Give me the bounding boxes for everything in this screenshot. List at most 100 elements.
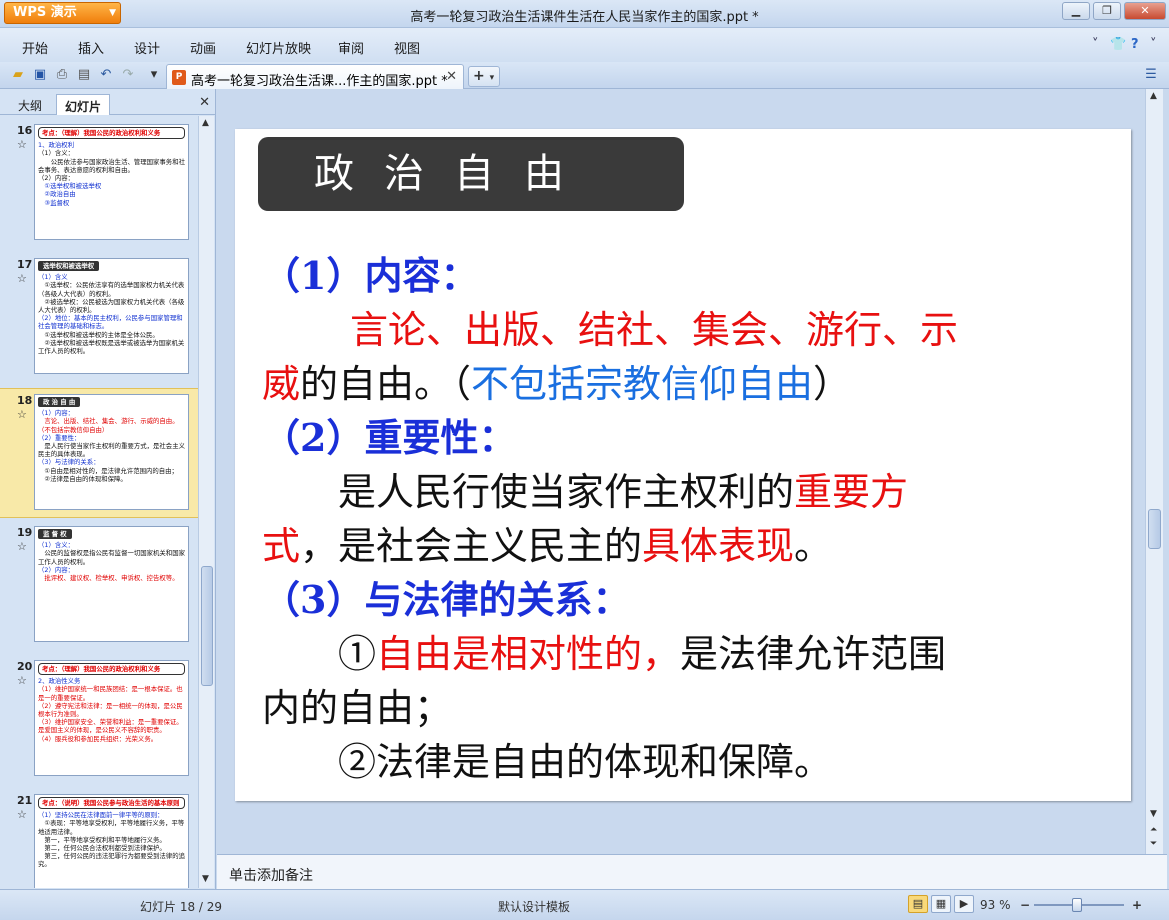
text-red: 式: [262, 524, 301, 568]
design-template[interactable]: 默认设计模板: [498, 898, 570, 915]
thumb-line: ②法律是自由的体现和保障。: [38, 474, 127, 483]
thumb-line: 言论、出版、结社、集会、游行、示威的自由。（不包括宗教信仰自由）: [38, 417, 179, 434]
slide-title[interactable]: 政治自由: [258, 137, 684, 211]
document-tab[interactable]: P 高考一轮复习政治生活课...作主的国家.ppt * ✕: [166, 64, 464, 89]
thumb-line: 批评权、建议权、检举权、申诉权、控告权等。: [38, 574, 179, 583]
thumb-line: 公民依法参与国家政治生活、管理国家事务和社会事务、表达意愿的权利和自由。: [38, 157, 185, 174]
slide-sorter-icon[interactable]: ▦: [931, 895, 951, 913]
minimize-button[interactable]: ▁: [1062, 2, 1090, 20]
new-tab-button[interactable]: + ▾: [468, 66, 500, 87]
scroll-up-icon[interactable]: ▲: [202, 118, 209, 128]
window-layout-icon[interactable]: ☰: [1143, 67, 1159, 83]
thumbnail-row-18[interactable]: 18 ☆ 政 治 自 由 （1）内容： 言论、出版、结社、集会、游行、示威的自由…: [0, 388, 198, 518]
text-black: ①: [338, 632, 377, 676]
thumbnail-row-21[interactable]: 21 ☆ 考点：（说明）我国公民参与政治生活的基本原则 （1）坚持公民在法律面前…: [0, 794, 198, 888]
ppt-file-icon: P: [172, 70, 186, 85]
notes-pane[interactable]: 单击添加备注: [217, 854, 1167, 889]
next-slide-icon[interactable]: ⏷: [1150, 839, 1157, 849]
text-black: 的自由。（: [300, 362, 472, 406]
slide-number: 17: [17, 258, 33, 271]
thumb-line: （3）与法律的关系：: [38, 458, 100, 467]
menu-design[interactable]: 设计: [134, 38, 160, 57]
slide-body-text[interactable]: （1）内容： 言论、出版、结社、集会、游行、示 威的自由。（不包括宗教信仰自由）…: [262, 249, 1102, 789]
text-red: 具体表现: [642, 524, 795, 568]
scrollbar-thumb[interactable]: [1148, 509, 1161, 549]
thumb-line: （1）含义：: [38, 149, 75, 158]
thumb-line: ①表现：平等地享受权利，平等地履行义务，平等地适用法律。: [38, 819, 185, 836]
normal-view-icon[interactable]: ▤: [908, 895, 928, 913]
thumb-line: ①选举权：公民依法享有的选举国家权力机关代表（各级人大代表）的权利。: [38, 281, 185, 298]
thumbnail-row-19[interactable]: 19 ☆ 监 督 权 （1）含义： 公民的监督权是指公民有监督一切国家机关和国家…: [0, 526, 198, 646]
title-bar: WPS 演示 ▼ 高考一轮复习政治生活课件生活在人民当家作主的国家.ppt * …: [0, 0, 1169, 28]
thumbnail-row-17[interactable]: 17 ☆ 选举权和被选举权 （1）含义 ①选举权：公民依法享有的选举国家权力机关…: [0, 258, 198, 378]
collapse-ribbon-icon[interactable]: ˅: [1092, 37, 1099, 52]
thumbnail-scrollbar[interactable]: ▲ ▼: [198, 116, 214, 888]
scroll-up-icon[interactable]: ▲: [1150, 91, 1157, 101]
customize-toolbar-icon[interactable]: ▾: [146, 67, 162, 83]
slide-thumbnail[interactable]: 考点：（理解）我国公民的政治权利和义务 2、政治性义务 （1）维护国家统一和民族…: [34, 660, 189, 776]
slide-counter: 幻灯片 18 / 29: [140, 900, 223, 914]
open-folder-icon[interactable]: ▰: [10, 67, 26, 83]
slide-thumbnail[interactable]: 选举权和被选举权 （1）含义 ①选举权：公民依法享有的选举国家权力机关代表（各级…: [34, 258, 189, 374]
text-black: 是法律允许范围: [680, 632, 947, 676]
editor-scrollbar[interactable]: ▲ ▼ ⏶ ⏷: [1145, 89, 1163, 854]
text-blue: 不包括宗教信仰自由: [471, 362, 814, 406]
print-preview-icon[interactable]: ▤: [76, 67, 92, 83]
thumb-line: （2）遵守宪法和法律：是一相统一的体现，是公民根本行为准则。: [38, 701, 183, 719]
menu-review[interactable]: 审阅: [338, 38, 364, 57]
thumb-line: （3）维护国家安全、荣誉和利益：是一重要保证。是爱国主义的体现，是公民义不容辞的…: [38, 718, 183, 735]
thumb-line: （2）内容：: [38, 174, 75, 183]
tab-outline[interactable]: 大纲: [10, 94, 50, 115]
help-icon[interactable]: ?: [1131, 37, 1139, 52]
heading-importance: （2）重要性：: [262, 415, 517, 460]
slide-number: 18: [17, 394, 33, 407]
slideshow-icon[interactable]: ▶: [954, 895, 974, 913]
slide-number: 16: [17, 124, 33, 137]
close-tab-icon[interactable]: ✕: [446, 69, 457, 84]
thumb-line: 是人民行使当家作主权利的重要方式，是社会主义民主的具体表现。: [38, 442, 185, 459]
close-window-button[interactable]: ✕: [1124, 2, 1166, 20]
thumb-line: （4）服兵役和参加民兵组织：光荣义务。: [38, 734, 158, 743]
slide-thumbnail[interactable]: 监 督 权 （1）含义： 公民的监督权是指公民有监督一切国家机关和国家工作人员的…: [34, 526, 189, 642]
undo-icon[interactable]: ↶: [98, 67, 114, 83]
slide-number: 19: [17, 526, 33, 539]
menu-insert[interactable]: 插入: [78, 38, 104, 57]
thumb-title: 选举权和被选举权: [38, 261, 100, 272]
thumb-line: 第三，任何公民的违法犯罪行为都要受到法律的追究。: [38, 852, 185, 869]
scroll-down-icon[interactable]: ▼: [202, 874, 209, 884]
close-panel-icon[interactable]: ✕: [199, 95, 210, 110]
star-icon: ☆: [17, 272, 27, 285]
skin-icon[interactable]: 👕: [1110, 37, 1126, 52]
thumbnail-row-16[interactable]: 16 ☆ 考点：（理解）我国公民的政治权利和义务 1、政治权利 （1）含义： 公…: [0, 124, 198, 244]
menu-view[interactable]: 视图: [394, 38, 420, 57]
print-icon[interactable]: ⎙: [54, 67, 70, 83]
tab-slides[interactable]: 幻灯片: [56, 94, 111, 115]
current-slide[interactable]: 政治自由 （1）内容： 言论、出版、结社、集会、游行、示 威的自由。（不包括宗教…: [235, 129, 1131, 801]
thumb-title: 监 督 权: [38, 529, 72, 540]
previous-slide-icon[interactable]: ⏶: [1150, 825, 1157, 835]
scrollbar-thumb[interactable]: [201, 566, 213, 686]
menu-home[interactable]: 开始: [22, 38, 48, 57]
zoom-in-icon[interactable]: +: [1132, 898, 1142, 912]
save-icon[interactable]: ▣: [32, 67, 48, 83]
redo-icon[interactable]: ↷: [120, 67, 136, 83]
scroll-down-icon[interactable]: ▼: [1150, 809, 1157, 819]
zoom-level: 93 %: [980, 898, 1011, 912]
thumbnail-row-20[interactable]: 20 ☆ 考点：（理解）我国公民的政治权利和义务 2、政治性义务 （1）维护国家…: [0, 660, 198, 780]
zoom-out-icon[interactable]: −: [1020, 898, 1030, 912]
menu-slideshow[interactable]: 幻灯片放映: [246, 38, 311, 57]
slide-thumbnail[interactable]: 考点：（说明）我国公民参与政治生活的基本原则 （1）坚持公民在法律面前一律平等的…: [34, 794, 189, 888]
slide-thumbnail[interactable]: 考点：（理解）我国公民的政治权利和义务 1、政治权利 （1）含义： 公民依法参与…: [34, 124, 189, 240]
document-tab-label: 高考一轮复习政治生活课...作主的国家.ppt *: [191, 74, 448, 89]
quick-access-toolbar: ▰ ▣ ⎙ ▤ ↶ ↷ ▾ P 高考一轮复习政治生活课...作主的国家.ppt …: [0, 62, 1169, 89]
slide-thumbnail-list: 16 ☆ 考点：（理解）我国公民的政治权利和义务 1、政治权利 （1）含义： 公…: [0, 116, 198, 888]
star-icon: ☆: [17, 540, 27, 553]
slide-thumbnail-active[interactable]: 政 治 自 由 （1）内容： 言论、出版、结社、集会、游行、示威的自由。（不包括…: [34, 394, 189, 510]
help-dropdown-icon[interactable]: ˅: [1150, 37, 1157, 52]
thumb-title: 考点：（理解）我国公民的政治权利和义务: [38, 127, 185, 140]
zoom-slider-handle[interactable]: [1072, 898, 1082, 912]
menu-bar: 开始 插入 设计 动画 幻灯片放映 审阅 视图 ˅ 👕 ? ˅: [0, 28, 1169, 62]
menu-animation[interactable]: 动画: [190, 38, 216, 57]
thumb-line: （2）内容：: [38, 565, 75, 574]
restore-button[interactable]: ❐: [1093, 2, 1121, 20]
